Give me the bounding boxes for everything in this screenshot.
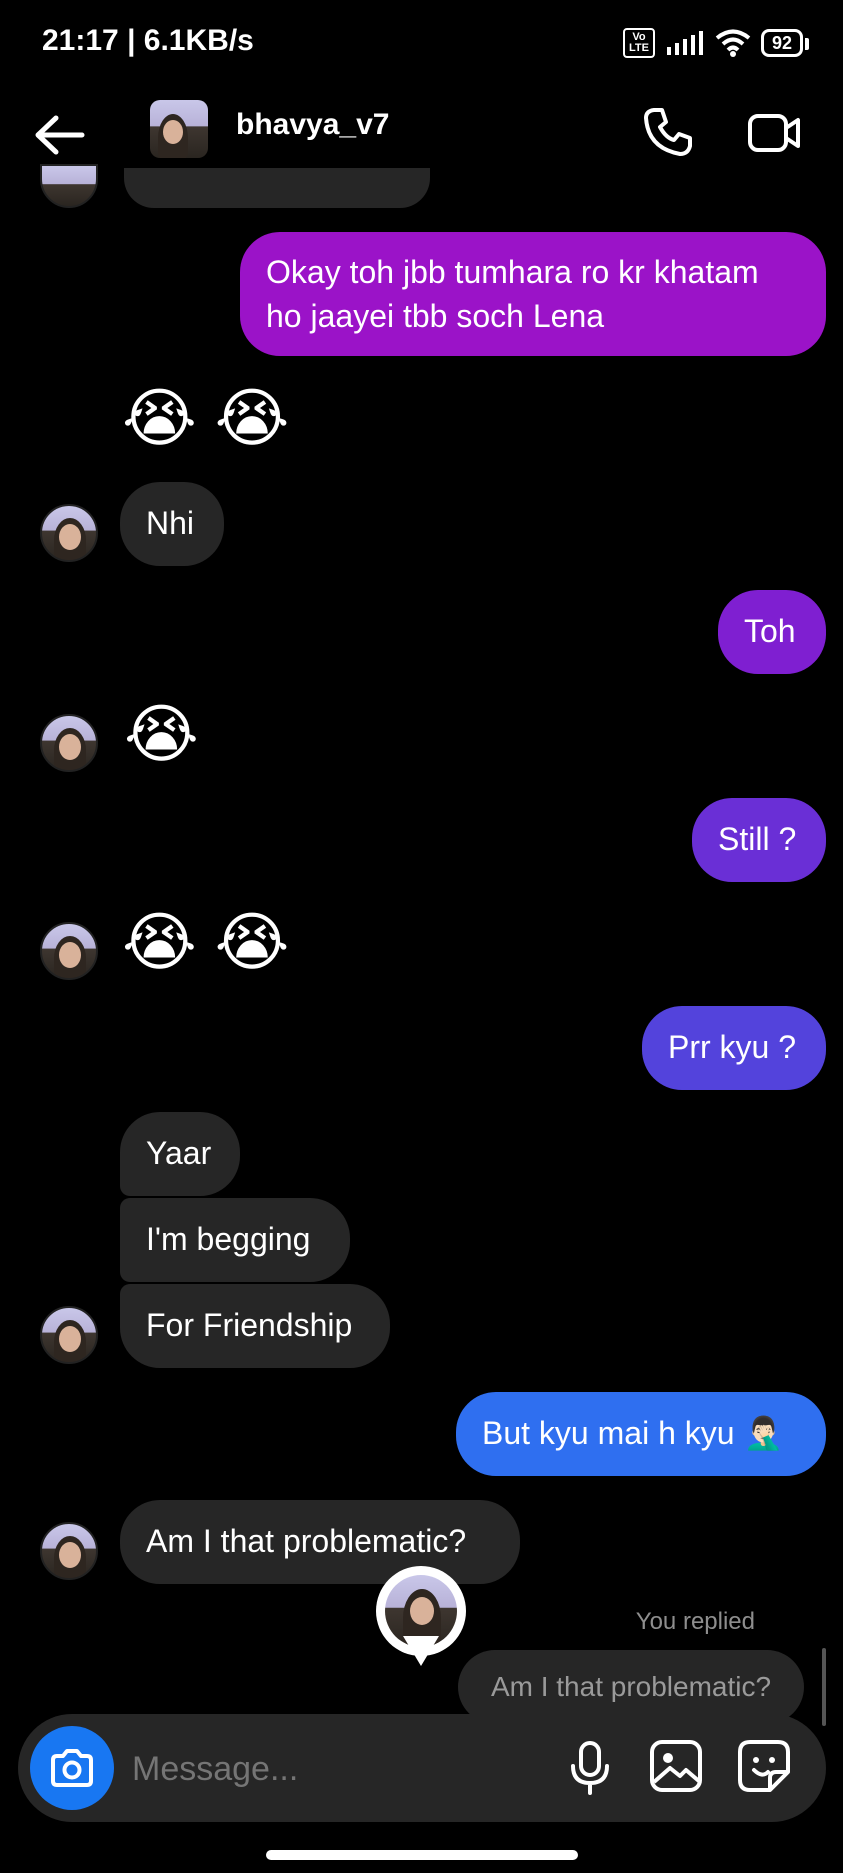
emoji-message[interactable]: 😭 😭 xyxy=(122,910,289,974)
sent-message[interactable]: Still ? xyxy=(692,798,826,882)
phone-icon[interactable] xyxy=(640,104,696,160)
home-indicator[interactable] xyxy=(266,1850,578,1860)
you-replied-label: You replied xyxy=(635,1608,755,1635)
received-message[interactable]: Nhi xyxy=(120,482,224,566)
received-message[interactable]: Yaar xyxy=(120,1112,240,1196)
received-message[interactable]: I'm begging xyxy=(120,1198,350,1282)
signal-icon xyxy=(666,31,703,55)
avatar xyxy=(40,1306,98,1364)
sent-message[interactable]: Okay toh jbb tumhara ro kr khatam ho jaa… xyxy=(240,232,826,356)
wifi-icon xyxy=(715,29,751,57)
status-time: 21:17 | 6.1KB/s xyxy=(42,24,254,57)
avatar xyxy=(40,164,98,208)
volte-icon: Vo LTE xyxy=(622,28,655,58)
avatar xyxy=(40,1522,98,1580)
status-icons: Vo LTE 92 xyxy=(622,28,810,58)
avatar xyxy=(40,504,98,562)
image-icon[interactable] xyxy=(648,1738,704,1794)
microphone-icon[interactable] xyxy=(566,1740,614,1796)
reply-preview[interactable]: Am I that problematic? xyxy=(458,1650,804,1724)
typing-avatar-indicator xyxy=(376,1566,466,1666)
avatar xyxy=(40,714,98,772)
arrow-left-icon[interactable] xyxy=(30,110,90,160)
header-avatar[interactable] xyxy=(150,100,208,158)
video-camera-icon[interactable] xyxy=(746,108,802,158)
sent-message[interactable]: But kyu mai h kyu 🤦🏻‍♂️ xyxy=(456,1392,826,1476)
camera-button[interactable] xyxy=(30,1726,114,1810)
emoji-message[interactable]: 😭 😭 xyxy=(122,386,289,450)
avatar xyxy=(40,922,98,980)
sent-message[interactable]: Toh xyxy=(718,590,826,674)
battery-indicator: 92 xyxy=(760,29,810,57)
sent-message[interactable]: Prr kyu ? xyxy=(642,1006,826,1090)
emoji-message[interactable]: 😭 xyxy=(124,702,199,766)
sticker-icon[interactable] xyxy=(736,1738,792,1794)
scrollbar[interactable] xyxy=(822,1648,826,1726)
received-message[interactable]: Am I that problematic? xyxy=(120,1500,520,1584)
chat-username[interactable]: bhavya_v7 xyxy=(236,108,389,142)
camera-icon xyxy=(51,1749,93,1787)
message-input[interactable] xyxy=(130,1740,534,1798)
partial-bubble xyxy=(124,168,430,208)
received-message[interactable]: For Friendship xyxy=(120,1284,390,1368)
